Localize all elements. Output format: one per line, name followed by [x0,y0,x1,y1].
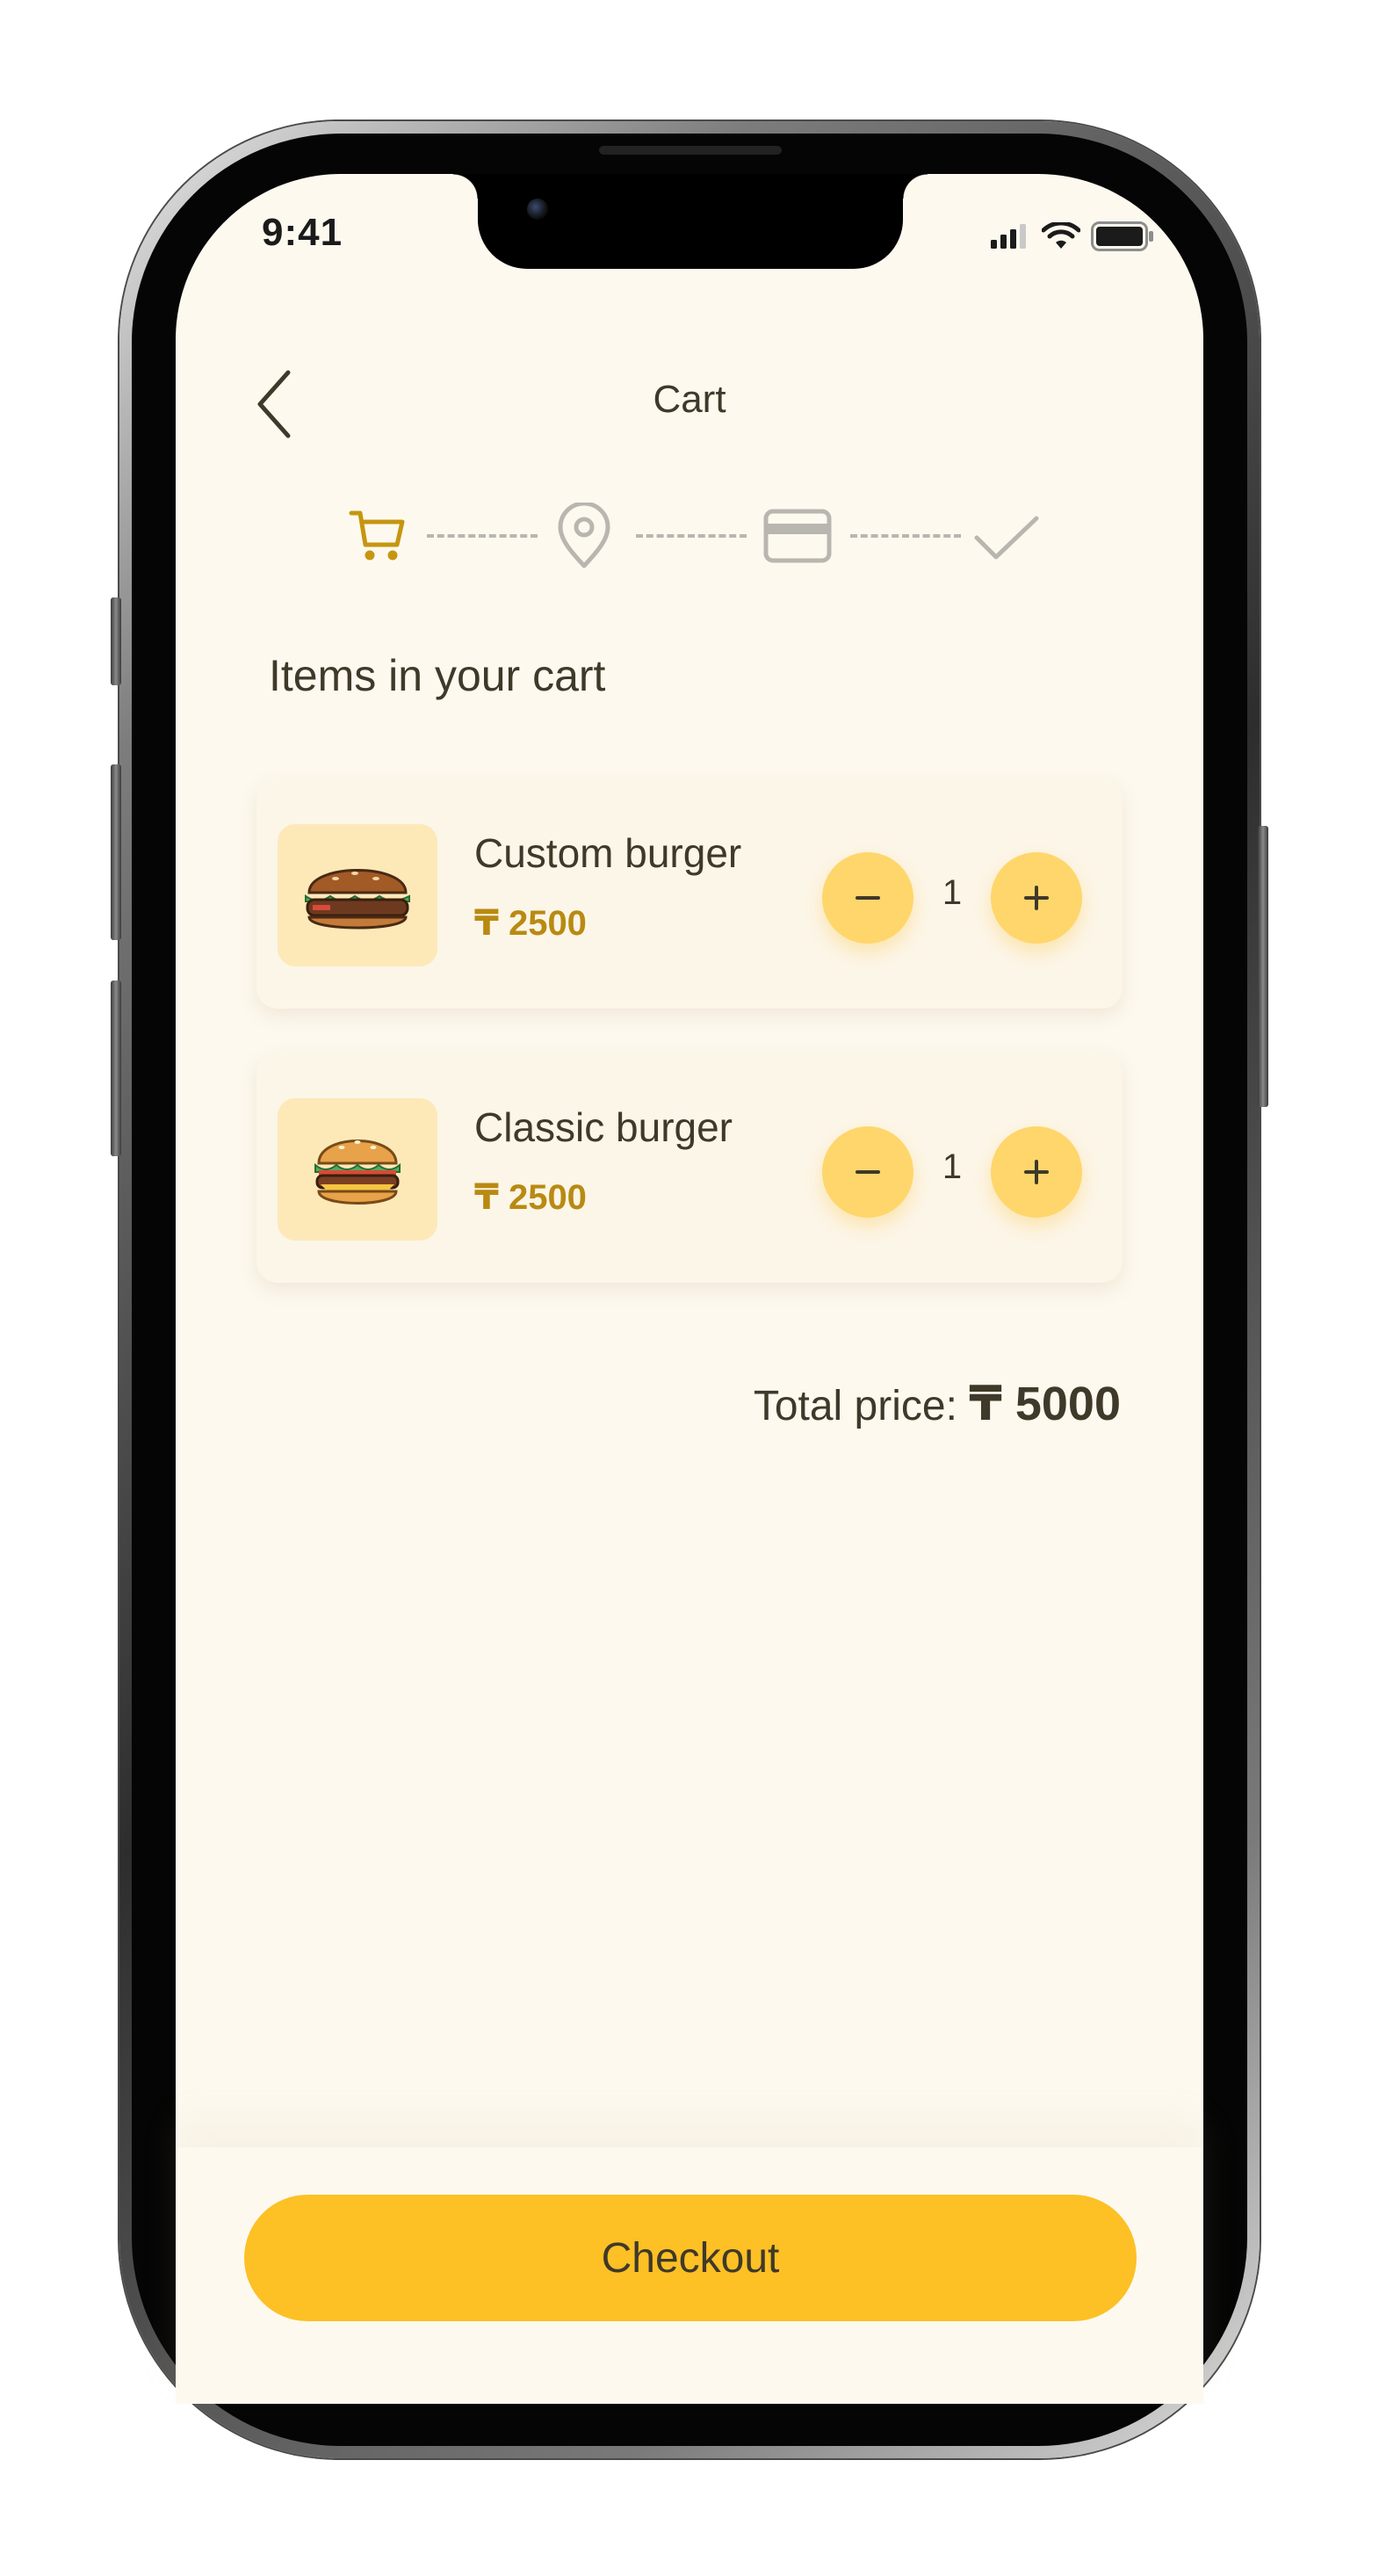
cart-item: Custom burger ₸ 2500 1 [256,778,1123,1009]
notch [478,174,903,269]
total-price-value: ₸ 5000 [969,1378,1121,1430]
speaker-grille [599,146,782,155]
minus-icon [856,1170,880,1174]
total-price: Total price: ₸ 5000 [668,1376,1121,1431]
cart-icon [349,510,405,561]
item-name: Classic burger [474,1104,733,1150]
decrease-quantity-button[interactable] [822,852,913,944]
cart-item: Classic burger ₸ 2500 1 [256,1053,1123,1283]
plus-icon [1024,886,1049,910]
battery-icon [1091,221,1153,251]
back-button[interactable] [248,367,300,441]
status-icons [991,221,1154,251]
notch-corner-left [453,174,478,199]
volume-down-button [111,980,121,1156]
step-connector [427,534,538,538]
step-connector [850,534,961,538]
checkout-steps [343,501,1045,571]
mute-switch [111,597,121,685]
item-price: ₸ 2500 [474,904,587,943]
signal-icon [991,224,1026,249]
step-connector [636,534,747,538]
burger-icon [305,869,410,930]
wifi-icon [1042,222,1080,249]
increase-quantity-button[interactable] [991,1126,1082,1218]
location-pin-icon [558,503,610,568]
power-button [1258,826,1268,1107]
increase-quantity-button[interactable] [991,852,1082,944]
product-thumbnail [278,1098,437,1241]
plus-icon [1024,1160,1049,1184]
item-quantity: 1 [942,873,963,912]
credit-card-icon [763,509,832,563]
decrease-quantity-button[interactable] [822,1126,913,1218]
front-camera [527,199,548,220]
status-time: 9:41 [262,211,343,254]
item-price: ₸ 2500 [474,1178,587,1217]
item-quantity: 1 [942,1147,963,1186]
checkmark-icon [974,516,1039,560]
chevron-left-icon [257,370,291,438]
notch-corner-right [903,174,928,199]
page-title: Cart [653,378,726,421]
checkout-button[interactable]: Checkout [244,2195,1137,2321]
item-name: Custom burger [474,830,742,876]
burger-icon [314,1140,401,1205]
total-price-label: Total price: [753,1383,957,1429]
minus-icon [856,896,880,900]
volume-up-button [111,764,121,940]
cart-section-title: Items in your cart [269,651,606,700]
product-thumbnail [278,824,437,966]
